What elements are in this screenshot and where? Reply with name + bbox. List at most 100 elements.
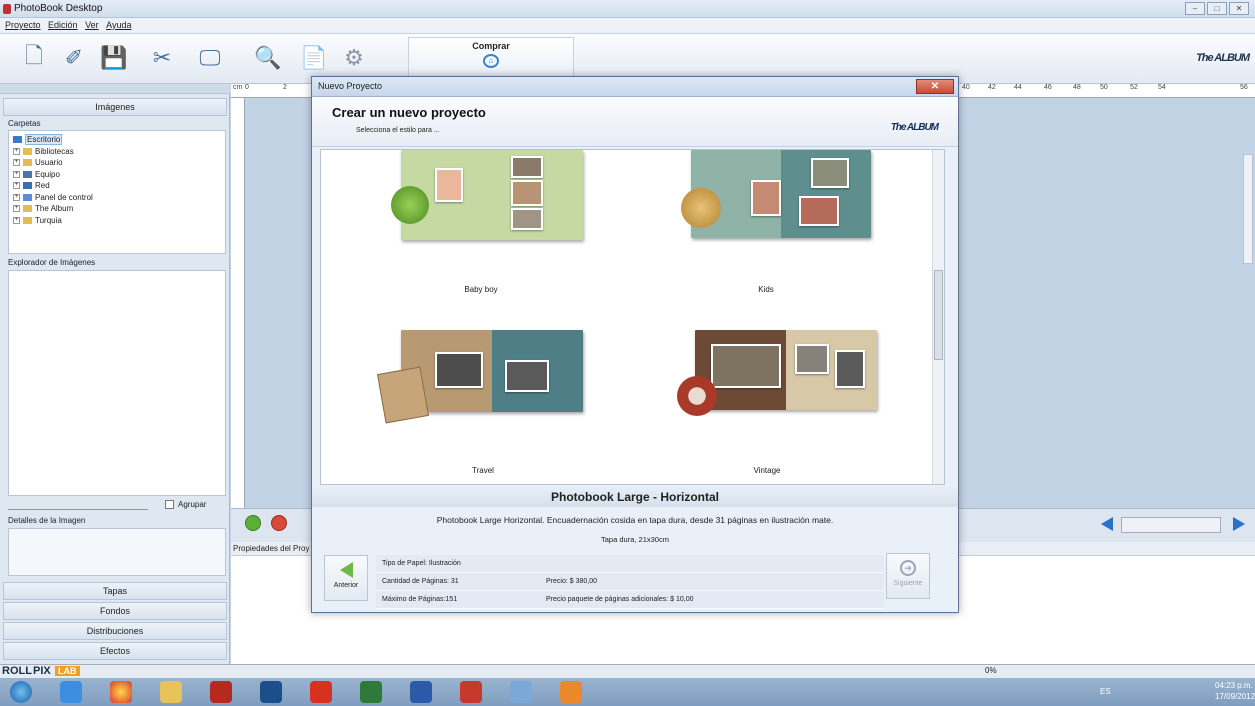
add-page-icon[interactable] bbox=[245, 515, 261, 531]
image-explorer[interactable] bbox=[8, 270, 226, 496]
next-page-arrow-icon[interactable] bbox=[1233, 517, 1245, 531]
back-arrow-icon bbox=[339, 562, 353, 578]
ie-icon[interactable] bbox=[60, 681, 82, 703]
anterior-label: Anterior bbox=[333, 582, 359, 589]
kids-book-image bbox=[691, 150, 871, 238]
dialog-close-button[interactable]: ✕ bbox=[916, 79, 954, 94]
prev-page-arrow-icon[interactable] bbox=[1101, 517, 1113, 531]
clock-date[interactable]: 17/09/2012 bbox=[1215, 692, 1255, 701]
siguiente-button[interactable]: ➔ Siguiente bbox=[886, 553, 930, 599]
comprar-label: Comprar bbox=[472, 41, 510, 51]
spec-row: Máximo de Páginas:151 Precio paquete de p… bbox=[376, 591, 884, 609]
excel-icon[interactable] bbox=[360, 681, 382, 703]
chrome-icon[interactable] bbox=[110, 681, 132, 703]
product-description: Photobook Large Horizontal. Encuadernaci… bbox=[436, 515, 834, 525]
tree-item-bibliotecas[interactable]: + Bibliotecas bbox=[9, 146, 225, 158]
desktop-folder-icon bbox=[13, 136, 22, 144]
ruler-label: 46 bbox=[1044, 84, 1052, 91]
app-title: PhotoBook Desktop bbox=[14, 3, 103, 14]
new-file-icon[interactable]: 🗋 bbox=[20, 43, 48, 72]
app-icon-taskbar[interactable] bbox=[560, 681, 582, 703]
gallery-scrollbar[interactable] bbox=[932, 150, 944, 484]
carpetas-label: Carpetas bbox=[8, 119, 41, 128]
thumbnail-size-slider[interactable] bbox=[8, 502, 148, 510]
app-title-bar: PhotoBook Desktop – □ ✕ bbox=[0, 0, 1255, 18]
expand-icon[interactable]: + bbox=[13, 170, 20, 178]
acrobat-icon[interactable] bbox=[310, 681, 332, 703]
expand-icon[interactable]: + bbox=[13, 159, 20, 167]
tree-item-escritorio[interactable]: Escritorio bbox=[9, 134, 225, 146]
dialog-subheading: Selecciona el estilo para ... bbox=[356, 127, 440, 134]
tools-icon[interactable]: ✂ bbox=[148, 44, 176, 72]
folder-icon bbox=[23, 216, 32, 224]
zoom-level: 0% bbox=[985, 666, 997, 675]
ruler-label: 50 bbox=[1100, 84, 1108, 91]
photobook-icon[interactable] bbox=[460, 681, 482, 703]
style-kids[interactable] bbox=[651, 150, 881, 290]
luggage-tag-icon bbox=[376, 366, 430, 424]
ruler-label: 40 bbox=[962, 84, 970, 91]
style-travel[interactable] bbox=[371, 330, 591, 460]
monitor-icon[interactable]: 🖵 bbox=[196, 44, 224, 72]
remove-page-icon[interactable] bbox=[271, 515, 287, 531]
page-selector[interactable] bbox=[1121, 517, 1221, 533]
tree-item-the-album[interactable]: + The Album bbox=[9, 203, 225, 215]
tapas-button[interactable]: Tapas bbox=[3, 582, 227, 600]
minimize-button[interactable]: – bbox=[1185, 2, 1205, 15]
tree-item-panel-control[interactable]: + Panel de control bbox=[9, 192, 225, 204]
language-indicator[interactable]: ES bbox=[1100, 687, 1111, 696]
dialog-title-bar: Nuevo Proyecto ✕ bbox=[312, 77, 958, 97]
word-icon[interactable] bbox=[410, 681, 432, 703]
imagenes-header[interactable]: Imágenes bbox=[3, 98, 227, 116]
distribuciones-button[interactable]: Distribuciones bbox=[3, 622, 227, 640]
comprar-button[interactable]: Comprar ⌂ bbox=[408, 37, 574, 79]
page-count: Cantidad de Páginas: 31 bbox=[382, 578, 459, 585]
explorer-icon[interactable] bbox=[160, 681, 182, 703]
clock-time[interactable]: 04:23 p.m. bbox=[1215, 681, 1253, 690]
rollpix-lab: LAB bbox=[55, 666, 80, 676]
expand-icon[interactable]: + bbox=[13, 205, 20, 213]
save-icon[interactable]: 💾 bbox=[100, 44, 128, 72]
menu-ayuda[interactable]: Ayuda bbox=[106, 20, 131, 30]
gallery-scroll-thumb[interactable] bbox=[934, 270, 943, 360]
tree-item-turquia[interactable]: + Turquia bbox=[9, 215, 225, 227]
tools2-icon[interactable]: ⚙ bbox=[340, 44, 368, 72]
fondos-button[interactable]: Fondos bbox=[3, 602, 227, 620]
anterior-button[interactable]: Anterior bbox=[324, 555, 368, 601]
expand-icon[interactable]: + bbox=[13, 216, 20, 224]
new-project-dialog: Nuevo Proyecto ✕ Crear un nuevo proyecto… bbox=[311, 76, 959, 613]
paint-icon[interactable] bbox=[510, 681, 532, 703]
vintage-book-image bbox=[695, 330, 877, 410]
close-button[interactable]: ✕ bbox=[1229, 2, 1249, 15]
product-info-area: Photobook Large - Horizontal Photobook L… bbox=[312, 487, 958, 612]
tree-item-usuario[interactable]: + Usuario bbox=[9, 157, 225, 169]
network-icon bbox=[23, 182, 32, 190]
start-button-icon[interactable] bbox=[10, 681, 32, 703]
tree-item-equipo[interactable]: + Equipo bbox=[9, 169, 225, 181]
maximize-button[interactable]: □ bbox=[1207, 2, 1227, 15]
paper-type: Tipo de Papel: Ilustración bbox=[382, 560, 461, 567]
expand-icon[interactable]: + bbox=[13, 147, 20, 155]
style-vintage[interactable] bbox=[661, 330, 881, 460]
menu-edicion[interactable]: Edición bbox=[48, 20, 78, 30]
expand-icon[interactable]: + bbox=[13, 193, 20, 201]
rollpix-pix: PIX bbox=[33, 665, 51, 677]
photoshop-icon[interactable] bbox=[260, 681, 282, 703]
expand-icon[interactable]: + bbox=[13, 182, 20, 190]
product-title: Photobook Large - Horizontal bbox=[312, 487, 958, 507]
product-specs: Tipo de Papel: Ilustración Cantidad de P… bbox=[376, 555, 884, 609]
style-caption-baby-boy: Baby boy bbox=[464, 285, 498, 294]
vertical-ruler bbox=[231, 98, 245, 508]
page-icon[interactable]: 📄 bbox=[300, 44, 328, 72]
open-icon[interactable]: ✐ bbox=[60, 44, 88, 72]
menu-ver[interactable]: Ver bbox=[85, 20, 99, 30]
style-baby-boy[interactable] bbox=[371, 150, 591, 290]
efectos-button[interactable]: Efectos bbox=[3, 642, 227, 660]
preview-icon[interactable]: 🔍 bbox=[254, 44, 282, 72]
ruler-label: 54 bbox=[1158, 84, 1166, 91]
agrupar-checkbox[interactable] bbox=[165, 500, 174, 509]
menu-proyecto[interactable]: Proyecto bbox=[5, 20, 41, 30]
filezilla-icon[interactable] bbox=[210, 681, 232, 703]
workspace-vscrollbar[interactable] bbox=[1243, 154, 1253, 264]
tree-item-red[interactable]: + Red bbox=[9, 180, 225, 192]
